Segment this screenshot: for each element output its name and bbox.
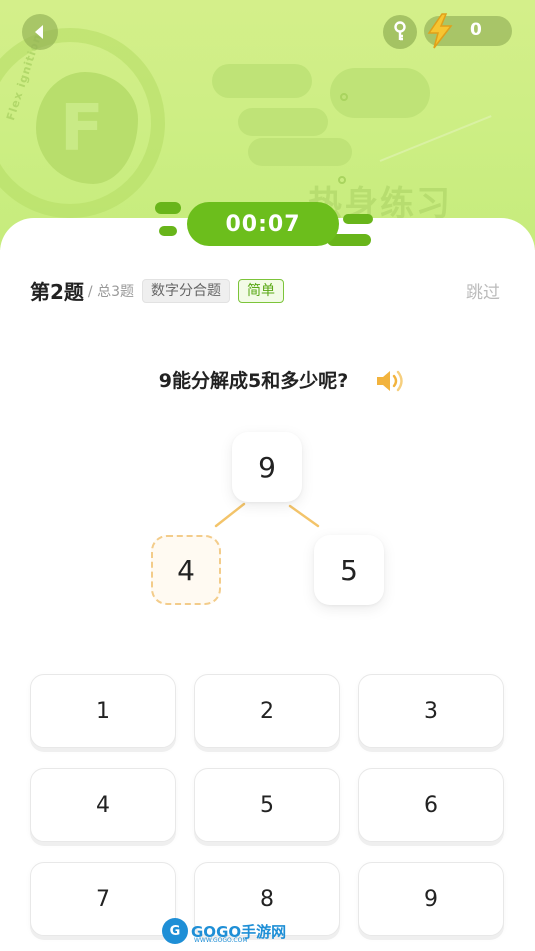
question-type-tag: 数字分合题 [142, 278, 230, 303]
bg-decoration-pill [212, 64, 312, 98]
back-arrow-icon [35, 25, 43, 39]
timer-decoration [343, 214, 373, 224]
bg-decoration-pill [248, 138, 352, 166]
timer-value: 00:07 [187, 202, 339, 246]
skip-button[interactable]: 跳过 [466, 278, 500, 303]
tree-right-number: 5 [314, 535, 384, 605]
watermark-subtext: WWW.GOGO.COM [194, 937, 248, 944]
energy-count-value: 0 [470, 20, 482, 40]
difficulty-tag: 简单 [238, 278, 284, 303]
tree-connector-lines [214, 502, 320, 528]
tree-top-number: 9 [232, 432, 302, 502]
tree-answer-slot[interactable]: 4 [151, 535, 221, 605]
keypad-key-2[interactable]: 2 [194, 674, 340, 748]
bg-decoration-letter: F [60, 92, 104, 166]
timer-decoration [155, 202, 181, 214]
keypad-key-1[interactable]: 1 [30, 674, 176, 748]
speaker-icon[interactable] [374, 368, 406, 394]
keypad-key-4[interactable]: 4 [30, 768, 176, 842]
question-prompt: 9能分解成5和多少呢? [0, 366, 535, 393]
question-number: 第2题 [30, 280, 84, 304]
key-icon [394, 21, 406, 41]
timer: 00:07 [155, 202, 375, 252]
bg-decoration-dot [340, 93, 348, 101]
question-total: / 总3题 [87, 283, 134, 300]
keypad-key-9[interactable]: 9 [358, 862, 504, 936]
key-button[interactable] [383, 15, 417, 49]
lightning-bolt-icon [427, 13, 453, 49]
keypad-key-6[interactable]: 6 [358, 768, 504, 842]
keypad-key-3[interactable]: 3 [358, 674, 504, 748]
back-button[interactable] [22, 14, 58, 50]
bg-decoration-line [379, 115, 492, 162]
keypad-key-5[interactable]: 5 [194, 768, 340, 842]
question-text: 9能分解成5和多少呢? [158, 370, 349, 392]
keypad-key-7[interactable]: 7 [30, 862, 176, 936]
watermark-logo-icon: G [162, 918, 188, 944]
timer-decoration [159, 226, 177, 236]
question-meta: 第2题 / 总3题 数字分合题 简单 [30, 276, 284, 305]
bg-decoration-pill [238, 108, 328, 136]
watermark-logo: G GOGO手游网 WWW.GOGO.COM [162, 918, 286, 944]
